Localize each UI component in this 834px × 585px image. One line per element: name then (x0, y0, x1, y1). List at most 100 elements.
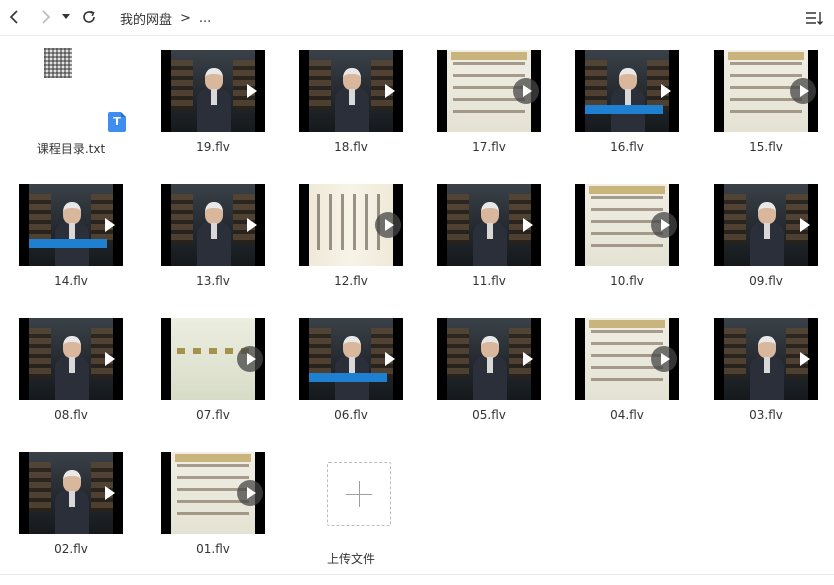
video-frame (171, 50, 255, 132)
file-item-video[interactable]: 06.flv (282, 304, 420, 424)
video-frame (724, 184, 808, 266)
file-item-video[interactable]: 05.flv (420, 304, 558, 424)
file-item-video[interactable]: 13.flv (144, 170, 282, 290)
video-frame (29, 318, 113, 400)
play-icon (800, 352, 810, 366)
lecturer-figure (750, 198, 784, 266)
file-name: 11.flv (472, 274, 506, 288)
file-name: 14.flv (54, 274, 88, 288)
lecturer-figure (55, 198, 89, 266)
breadcrumb-root[interactable]: 我的网盘 (120, 9, 172, 28)
video-frame (29, 452, 113, 534)
file-name: 15.flv (749, 140, 783, 154)
file-name: 07.flv (196, 408, 230, 422)
breadcrumb-separator: > (180, 11, 191, 26)
file-name: 课程目录.txt (36, 142, 106, 156)
play-icon (513, 78, 539, 104)
video-thumbnail (19, 452, 123, 534)
file-item-video[interactable]: 04.flv (558, 304, 696, 424)
caption-banner (309, 373, 387, 382)
play-icon (661, 84, 671, 98)
play-icon (237, 346, 263, 372)
file-item-video[interactable]: 09.flv (697, 170, 834, 290)
lecturer-figure (335, 332, 369, 400)
file-name: 13.flv (196, 274, 230, 288)
chevron-right-icon (42, 10, 51, 24)
play-icon (247, 218, 257, 232)
play-icon (651, 212, 677, 238)
file-item-video[interactable]: 12.flv (282, 170, 420, 290)
file-item-video[interactable]: 07.flv (144, 304, 282, 424)
video-frame (29, 184, 113, 266)
caret-down-icon (62, 14, 70, 19)
lecturer-figure (750, 332, 784, 400)
file-name: 02.flv (54, 542, 88, 556)
file-item-video[interactable]: 19.flv (144, 36, 282, 156)
lecturer-figure (197, 198, 231, 266)
forward-button[interactable] (34, 6, 56, 28)
video-thumbnail (161, 184, 265, 266)
video-thumbnail (437, 50, 541, 132)
lecturer-figure (55, 466, 89, 534)
file-item-video[interactable]: 03.flv (697, 304, 834, 424)
play-icon (105, 486, 115, 500)
video-thumbnail (575, 184, 679, 266)
upload-label: 上传文件 (326, 552, 375, 566)
file-name: 06.flv (334, 408, 368, 422)
play-icon (105, 352, 115, 366)
file-item-video[interactable]: 02.flv (2, 438, 140, 558)
file-name: 19.flv (196, 140, 230, 154)
txt-badge-icon: T (108, 112, 126, 132)
file-item-video[interactable]: 10.flv (558, 170, 696, 290)
bottom-divider (0, 574, 834, 575)
file-item-video[interactable]: 15.flv (697, 36, 834, 156)
play-icon (523, 352, 533, 366)
history-dropdown-button[interactable] (57, 6, 75, 28)
video-thumbnail (575, 50, 679, 132)
file-name: 12.flv (334, 274, 368, 288)
video-thumbnail (437, 184, 541, 266)
play-icon (790, 78, 816, 104)
breadcrumb: 我的网盘 > ... (120, 9, 211, 28)
lecturer-figure (335, 64, 369, 132)
plus-icon (327, 462, 391, 526)
video-thumbnail (299, 50, 403, 132)
file-item-video[interactable]: 08.flv (2, 304, 140, 424)
file-item-video[interactable]: 01.flv (144, 438, 282, 558)
video-thumbnail (161, 452, 265, 534)
file-item-video[interactable]: 16.flv (558, 36, 696, 156)
video-frame (309, 50, 393, 132)
play-icon (800, 218, 810, 232)
video-thumbnail (299, 184, 403, 266)
upload-file-button[interactable]: 上传文件 (282, 438, 420, 566)
file-item-txt[interactable]: T 课程目录.txt (2, 36, 140, 156)
file-name: 16.flv (610, 140, 644, 154)
breadcrumb-more[interactable]: ... (199, 11, 211, 26)
file-name: 05.flv (472, 408, 506, 422)
video-frame (724, 318, 808, 400)
video-frame (309, 318, 393, 400)
file-name: 10.flv (610, 274, 644, 288)
caption-banner (29, 239, 107, 248)
file-name: 09.flv (749, 274, 783, 288)
file-item-video[interactable]: 18.flv (282, 36, 420, 156)
play-icon (651, 346, 677, 372)
sort-button[interactable] (804, 8, 824, 28)
file-item-video[interactable]: 11.flv (420, 170, 558, 290)
video-thumbnail (161, 50, 265, 132)
video-frame (171, 184, 255, 266)
file-name: 17.flv (472, 140, 506, 154)
text-file-icon: T (44, 48, 126, 134)
video-thumbnail (437, 318, 541, 400)
file-item-video[interactable]: 17.flv (420, 36, 558, 156)
chevron-left-icon (9, 10, 18, 24)
lecturer-figure (611, 64, 645, 132)
file-item-video[interactable]: 14.flv (2, 170, 140, 290)
video-thumbnail (714, 318, 818, 400)
video-thumbnail (714, 184, 818, 266)
lecturer-figure (55, 332, 89, 400)
file-name: 18.flv (334, 140, 368, 154)
refresh-button[interactable] (78, 6, 100, 28)
video-thumbnail (19, 184, 123, 266)
back-button[interactable] (4, 6, 26, 28)
